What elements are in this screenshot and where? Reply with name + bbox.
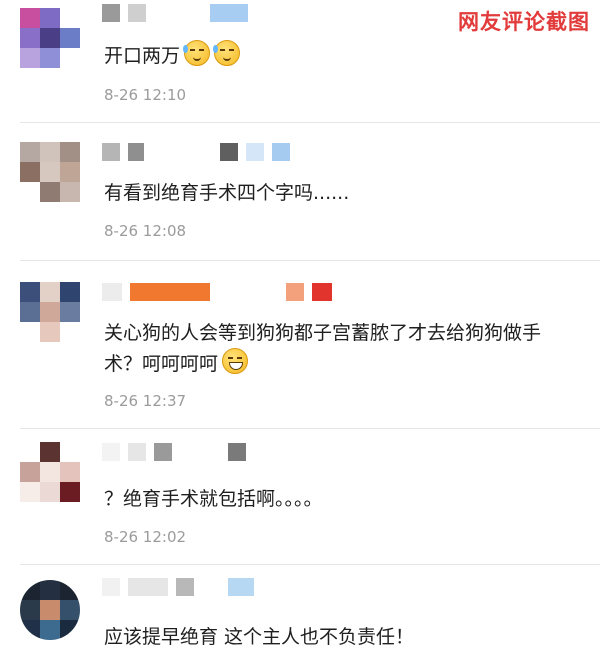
comment-time: 8-26 12:37 bbox=[104, 392, 187, 410]
divider bbox=[20, 428, 600, 429]
username-blurred[interactable] bbox=[102, 143, 290, 161]
sweat-smile-icon bbox=[183, 40, 211, 66]
comment-time: 8-26 12:10 bbox=[104, 86, 187, 104]
comment-text: 开口两万 bbox=[104, 40, 560, 71]
username-blurred[interactable] bbox=[102, 283, 332, 301]
grin-icon bbox=[222, 348, 249, 374]
avatar[interactable] bbox=[20, 580, 80, 640]
divider bbox=[20, 122, 600, 123]
avatar[interactable] bbox=[20, 142, 80, 202]
comment-text: 有看到绝育手术四个字吗...... bbox=[104, 182, 350, 204]
username-blurred[interactable] bbox=[102, 443, 246, 461]
divider bbox=[20, 564, 600, 565]
avatar[interactable] bbox=[20, 8, 80, 68]
comment-text: 应该提早绝育 这个主人也不负责任！ bbox=[104, 626, 415, 648]
comment-time: 8-26 12:02 bbox=[104, 528, 187, 546]
divider bbox=[20, 260, 600, 261]
comment-time: 8-26 12:08 bbox=[104, 222, 187, 240]
avatar[interactable] bbox=[20, 282, 80, 342]
sweat-smile-icon bbox=[213, 40, 241, 66]
comment-text: 关心狗的人会等到狗狗都子宫蓄脓了才去给狗狗做手术？呵呵呵呵 bbox=[104, 322, 542, 375]
watermark-label: 网友评论截图 bbox=[458, 10, 590, 34]
avatar[interactable] bbox=[20, 442, 80, 502]
username-blurred[interactable] bbox=[102, 4, 248, 22]
username-blurred[interactable] bbox=[102, 578, 254, 596]
comment-text: ？绝育手术就包括啊。。。。 bbox=[104, 488, 323, 510]
